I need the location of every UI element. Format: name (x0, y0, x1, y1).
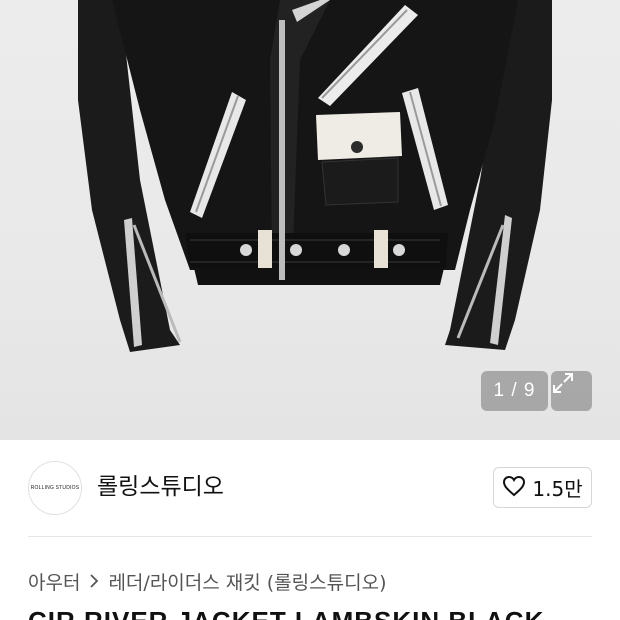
brand-name[interactable]: 롤링스튜디오 (97, 472, 224, 502)
brand-logo-text: ROLLING STUDIOS (30, 485, 80, 491)
breadcrumb-subcategory[interactable]: 레더/라이더스 재킷 (롤링스튜디오) (108, 568, 386, 595)
breadcrumb-category[interactable]: 아우터 (28, 568, 80, 595)
breadcrumb: 아우터 레더/라이더스 재킷 (롤링스튜디오) (28, 566, 386, 596)
heart-icon (502, 475, 526, 501)
pager-text: 1 / 9 (493, 380, 536, 401)
brand-logo[interactable]: ROLLING STUDIOS (28, 461, 82, 515)
product-image-carousel[interactable]: 1 / 9 (0, 0, 620, 440)
product-title: CIR RIVER JACKET LAMBSKIN BLACK (28, 606, 544, 620)
like-button[interactable]: 1.5만 (493, 467, 592, 508)
product-detail-page: 1 / 9 ROLLING STUDIOS 롤링스튜디오 1.5만 아우터 레더… (0, 0, 620, 620)
chevron-right-icon (89, 573, 99, 589)
divider (28, 536, 592, 537)
like-count: 1.5만 (532, 477, 583, 501)
image-pager: 1 / 9 (481, 371, 548, 411)
expand-image-button[interactable] (551, 371, 592, 411)
